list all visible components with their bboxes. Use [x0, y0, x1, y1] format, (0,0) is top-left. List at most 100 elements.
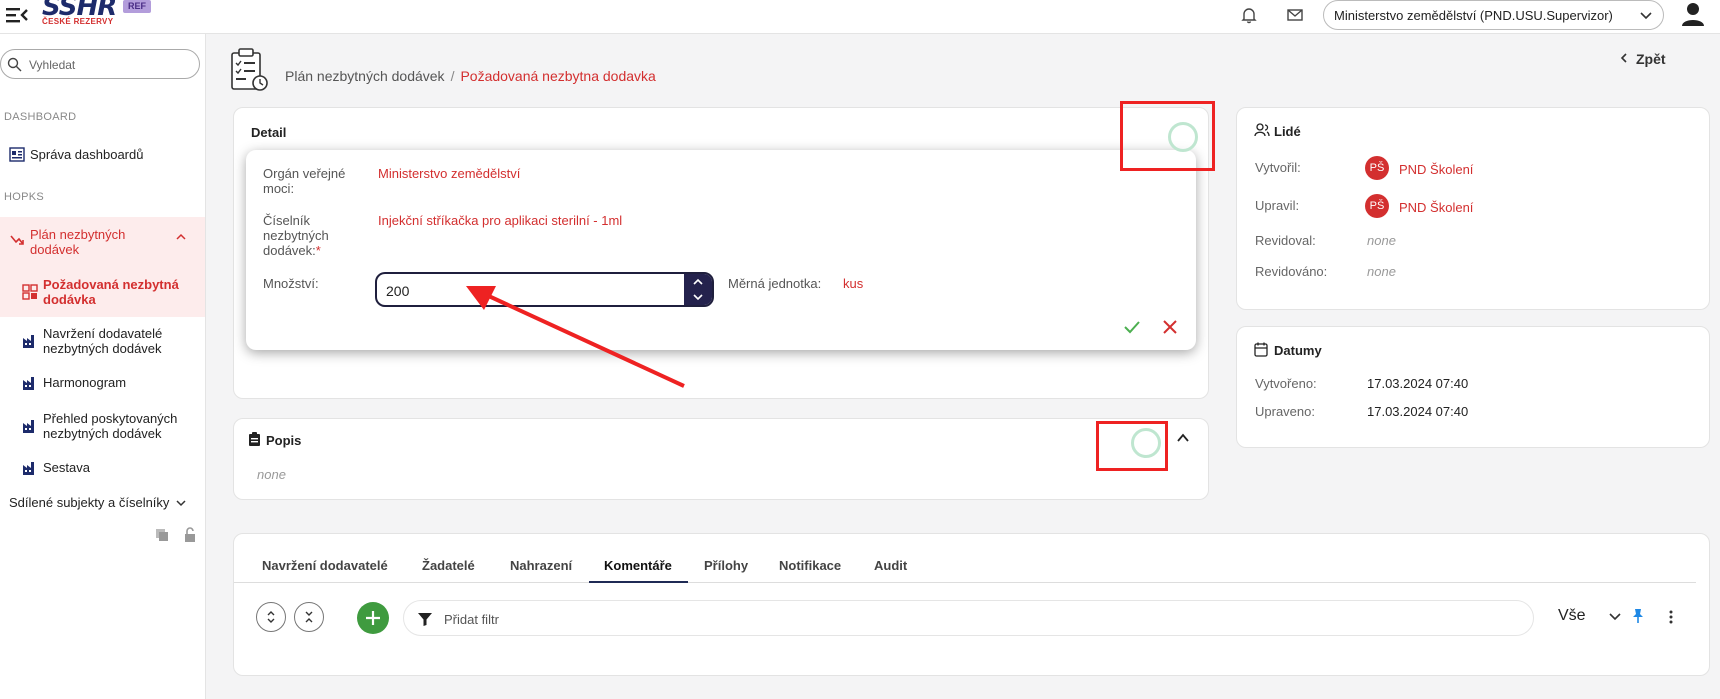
breadcrumb-separator: / [450, 68, 455, 84]
vytvoreno-label: Vytvořeno: [1255, 376, 1317, 391]
vytvoril-value[interactable]: PND Školení [1399, 162, 1473, 177]
upravil-label: Upravil: [1255, 198, 1300, 213]
popis-card: Popis none [233, 418, 1209, 500]
clipboard-icon [249, 432, 260, 446]
popis-title: Popis [266, 433, 302, 448]
sidebar-item-label: Přehled poskytovaných nezbytných dodávek [43, 411, 178, 441]
revidoval-label: Revidoval: [1255, 233, 1316, 248]
chevron-down-icon[interactable] [1609, 612, 1621, 621]
revidoval-value: none [1367, 233, 1396, 248]
tab-prilohy[interactable]: Přílohy [704, 558, 748, 573]
upraveno-label: Upraveno: [1255, 404, 1315, 419]
section-label-dashboard: DASHBOARD [4, 111, 77, 123]
upraveno-value: 17.03.2024 07:40 [1367, 404, 1469, 419]
sidebar: DASHBOARD Správa dashboardů HOPKS Plán n… [0, 34, 206, 699]
calendar-icon [1254, 342, 1268, 357]
tab-zadatele[interactable]: Žadatelé [422, 558, 475, 573]
environment-badge: REF [123, 0, 151, 13]
chevron-up-icon[interactable] [176, 233, 186, 241]
filter-bar[interactable] [403, 600, 1534, 636]
factory-icon [23, 335, 34, 348]
jednotka-label: Měrná jednotka: [728, 276, 822, 291]
trend-down-icon [10, 235, 24, 245]
breadcrumb: Plán nezbytných dodávek / Požadovaná nezby… [285, 68, 656, 84]
sidebar-item-pozadovana[interactable]: Požadovaná nezbytná dodávka [0, 277, 206, 311]
organization-select-value: Ministerstvo zemědělství (PND.USU.Superv… [1334, 8, 1613, 23]
detail-title: Detail [251, 125, 287, 140]
sidebar-item-label: Sdílené subjekty a číselníky [9, 495, 170, 510]
avatar: PŠ [1365, 194, 1389, 218]
bell-icon[interactable] [1239, 5, 1259, 25]
ciselnik-label: Číselník nezbytných dodávek:* [263, 213, 358, 258]
tab-notifikace[interactable]: Notifikace [779, 558, 841, 573]
close-icon[interactable] [1161, 318, 1179, 336]
tab-nahrazeni[interactable]: Nahrazení [510, 558, 572, 573]
check-icon[interactable] [1123, 318, 1141, 336]
revidovano-label: Revidováno: [1255, 264, 1328, 279]
avatar: PŠ [1365, 156, 1389, 180]
tab-komentare[interactable]: Komentáře [604, 558, 672, 573]
organ-value: Ministerstvo zemědělství [378, 166, 521, 181]
sidebar-item-shared[interactable]: Sdílené subjekty a číselníky [0, 495, 206, 515]
factory-icon [23, 420, 34, 433]
chevron-down-icon [176, 500, 186, 507]
sidebar-item-harmonogram[interactable]: Harmonogram [0, 375, 206, 395]
active-tab-indicator [589, 581, 688, 583]
package-grid-icon [22, 284, 38, 300]
add-comment-button[interactable] [357, 602, 389, 634]
chevron-left-icon [1620, 53, 1627, 63]
clipboard-checklist-icon [231, 48, 268, 91]
cursor-indicator [1131, 428, 1161, 458]
organization-select[interactable]: Ministerstvo zemědělství (PND.USU.Superv… [1323, 0, 1664, 30]
more-vertical-icon[interactable] [1668, 609, 1674, 625]
people-card: Lidé Vytvořil: PŠ PND Školení Upravil: P… [1236, 107, 1710, 310]
dates-card: Datumy Vytvořeno: 17.03.2024 07:40 Uprav… [1236, 326, 1710, 448]
tab-navrzeni-dodavatele[interactable]: Navržení dodavatelé [262, 558, 388, 573]
breadcrumb-parent[interactable]: Plán nezbytných dodávek [285, 68, 445, 84]
search-input[interactable] [29, 56, 189, 74]
copy-icon[interactable] [154, 527, 170, 543]
section-label-hopks: HOPKS [4, 191, 45, 203]
sidebar-item-sestava[interactable]: Sestava [0, 460, 206, 480]
sidebar-item-prehled[interactable]: Přehled poskytovaných nezbytných dodávek [0, 411, 206, 445]
upravil-value[interactable]: PND Školení [1399, 200, 1473, 215]
breadcrumb-current: Požadovaná nezbytna dodavka [460, 68, 656, 84]
revidovano-value: none [1367, 264, 1396, 279]
chevron-down-icon [1640, 12, 1652, 20]
sidebar-item-label: Navržení dodavatelé nezbytných dodávek [43, 326, 163, 356]
factory-icon [23, 462, 34, 475]
menu-collapse-icon[interactable] [6, 6, 28, 24]
back-button[interactable]: Zpět [1620, 51, 1666, 67]
dates-title: Datumy [1274, 343, 1322, 358]
sidebar-item-dashboards[interactable]: Správa dashboardů [0, 147, 206, 167]
logo-subtitle: ČESKÉ REZERVY [42, 17, 114, 26]
filter-icon [418, 613, 432, 626]
lock-open-icon[interactable] [182, 527, 198, 543]
sidebar-item-label: Správa dashboardů [30, 147, 144, 162]
sidebar-item-label: Požadovaná nezbytná dodávka [43, 277, 179, 307]
chevron-up-icon[interactable] [1177, 433, 1189, 443]
jednotka-value: kus [843, 276, 864, 291]
user-account-icon[interactable] [1680, 1, 1706, 27]
tabs-divider [234, 582, 1696, 583]
sidebar-item-plan[interactable]: Plán nezbytných dodávek [0, 227, 206, 261]
search-icon [7, 57, 22, 72]
scope-select[interactable]: Vše [1558, 607, 1586, 625]
sidebar-item-navrzeni[interactable]: Navržení dodavatelé nezbytných dodávek [0, 326, 206, 360]
cursor-indicator [1168, 122, 1198, 152]
sidebar-search[interactable] [0, 49, 200, 79]
detail-edit-panel: Orgán veřejné moci: Ministerstvo zeměděl… [246, 150, 1196, 350]
vytvoril-label: Vytvořil: [1255, 160, 1301, 175]
pin-icon[interactable] [1632, 608, 1644, 624]
app-logo[interactable]: SSHR ČESKÉ REZERVY [40, 0, 120, 30]
detail-card: Detail Orgán veřejné moci: Ministerstvo … [233, 107, 1209, 399]
factory-icon [23, 377, 34, 390]
tab-audit[interactable]: Audit [874, 558, 907, 573]
expand-all-button[interactable] [256, 602, 286, 632]
filter-input[interactable] [444, 611, 1044, 627]
organ-label: Orgán veřejné moci: [263, 166, 346, 196]
people-title: Lidé [1274, 124, 1301, 139]
collapse-all-button[interactable] [294, 602, 324, 632]
mail-icon[interactable] [1285, 5, 1305, 25]
ciselnik-value[interactable]: Injekční stříkačka pro aplikaci sterilní… [378, 213, 622, 228]
